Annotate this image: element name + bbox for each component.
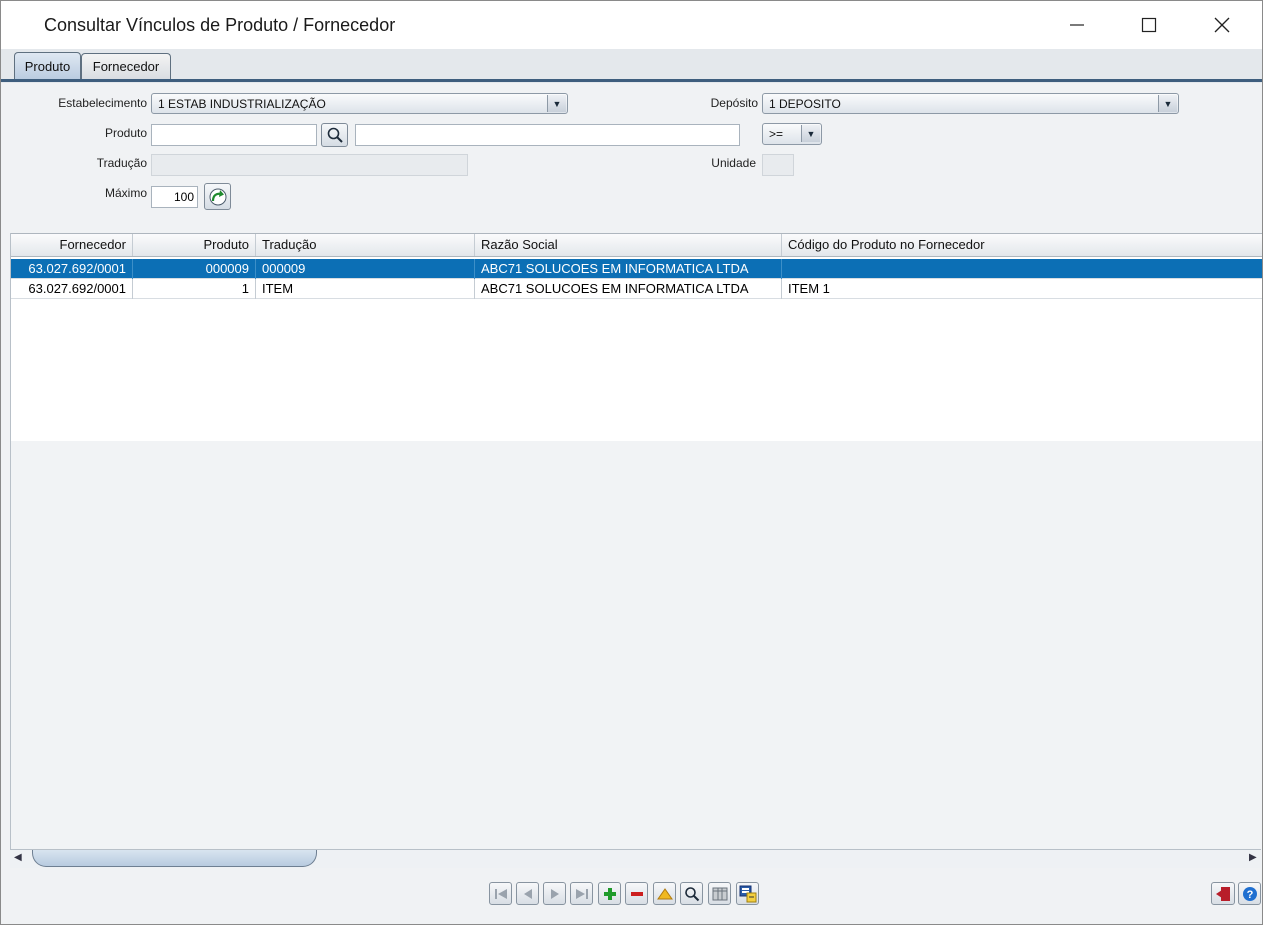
- table-row[interactable]: 63.027.692/0001 000009 000009 ABC71 SOLU…: [11, 259, 1262, 279]
- title-bar: Consultar Vínculos de Produto / Forneced…: [1, 1, 1262, 49]
- column-header-razao-social[interactable]: Razão Social: [475, 234, 782, 256]
- add-record-icon: [603, 887, 616, 900]
- help-icon: ?: [1242, 886, 1257, 901]
- edit-record-button[interactable]: [653, 882, 676, 905]
- search-button[interactable]: [680, 882, 703, 905]
- help-button[interactable]: ?: [1238, 882, 1261, 905]
- chevron-down-icon[interactable]: ▼: [801, 125, 820, 142]
- chevron-down-icon[interactable]: ▼: [547, 95, 566, 112]
- cell-traducao: 000009: [256, 259, 475, 279]
- cell-fornecedor: 63.027.692/0001: [11, 279, 133, 299]
- scrollbar-thumb[interactable]: [32, 850, 317, 867]
- close-icon: [1214, 17, 1230, 33]
- exit-icon: [1216, 886, 1230, 901]
- export-button[interactable]: [736, 882, 759, 905]
- estabelecimento-label: Estabelecimento: [58, 96, 147, 110]
- cell-razao-social: ABC71 SOLUCOES EM INFORMATICA LTDA: [475, 259, 782, 279]
- traducao-label: Tradução: [96, 156, 147, 170]
- estabelecimento-select[interactable]: 1 ESTAB INDUSTRIALIZAÇÃO ▼: [151, 93, 568, 114]
- traducao-field: [151, 154, 468, 176]
- horizontal-scrollbar[interactable]: ◀ ▶: [10, 849, 1261, 868]
- deposito-select[interactable]: 1 DEPOSITO ▼: [762, 93, 1179, 114]
- remove-record-icon: [630, 891, 643, 896]
- tab-divider: [1, 79, 1262, 82]
- operator-select[interactable]: >= ▼: [762, 123, 822, 145]
- next-record-button[interactable]: [543, 882, 566, 905]
- search-icon: [684, 886, 699, 901]
- produto-code-input[interactable]: [151, 124, 317, 146]
- cell-produto: 000009: [133, 259, 256, 279]
- tab-produto[interactable]: Produto: [14, 52, 81, 80]
- column-header-traducao[interactable]: Tradução: [256, 234, 475, 256]
- previous-record-icon: [523, 888, 532, 899]
- minimize-icon: [1070, 24, 1084, 26]
- export-icon: [739, 885, 756, 902]
- results-grid: Fornecedor Produto Tradução Razão Social…: [10, 233, 1262, 849]
- exit-button[interactable]: [1211, 882, 1235, 905]
- cell-produto: 1: [133, 279, 256, 299]
- remove-record-button[interactable]: [625, 882, 648, 905]
- columns-icon: [712, 887, 727, 900]
- cell-razao-social: ABC71 SOLUCOES EM INFORMATICA LTDA: [475, 279, 782, 299]
- window-title: Consultar Vínculos de Produto / Forneced…: [44, 15, 396, 35]
- last-record-button[interactable]: [570, 882, 593, 905]
- scroll-left-icon[interactable]: ◀: [14, 852, 22, 863]
- produto-label: Produto: [104, 126, 147, 140]
- cell-traducao: ITEM: [256, 279, 475, 299]
- app-window: Consultar Vínculos de Produto / Forneced…: [0, 0, 1263, 925]
- produto-search-button[interactable]: [321, 123, 348, 147]
- column-header-fornecedor[interactable]: Fornecedor: [11, 234, 133, 256]
- column-header-codigo-fornecedor[interactable]: Código do Produto no Fornecedor: [782, 234, 1262, 256]
- cell-codigo-fornecedor: ITEM 1: [788, 281, 830, 296]
- unidade-label: Unidade: [711, 156, 756, 170]
- operator-value: >=: [769, 127, 784, 141]
- first-record-icon: [494, 888, 507, 899]
- columns-button[interactable]: [708, 882, 731, 905]
- grid-body: 63.027.692/0001 000009 000009 ABC71 SOLU…: [11, 257, 1262, 441]
- previous-record-button[interactable]: [516, 882, 539, 905]
- table-row[interactable]: 63.027.692/0001 1 ITEM ABC71 SOLUCOES EM…: [11, 279, 1262, 299]
- maximize-button[interactable]: [1113, 1, 1185, 49]
- deposito-value: 1 DEPOSITO: [769, 96, 841, 111]
- tab-strip: [1, 49, 1262, 83]
- produto-description-input[interactable]: [355, 124, 740, 146]
- minimize-button[interactable]: [1041, 1, 1113, 49]
- unidade-field: [762, 154, 794, 176]
- first-record-button[interactable]: [489, 882, 512, 905]
- last-record-icon: [575, 888, 588, 899]
- refresh-icon: [209, 188, 226, 205]
- close-button[interactable]: [1186, 1, 1258, 49]
- cell-codigo-fornecedor: [782, 259, 1262, 279]
- column-header-produto[interactable]: Produto: [133, 234, 256, 256]
- svg-text:?: ?: [1246, 889, 1253, 901]
- grid-header: Fornecedor Produto Tradução Razão Social…: [11, 233, 1262, 257]
- maximize-icon: [1141, 17, 1157, 33]
- edit-record-icon: [656, 887, 673, 899]
- add-record-button[interactable]: [598, 882, 621, 905]
- search-icon: [327, 127, 343, 143]
- deposito-label: Depósito: [710, 96, 758, 110]
- maximo-label: Máximo: [104, 186, 147, 200]
- tab-fornecedor[interactable]: Fornecedor: [81, 53, 171, 79]
- scroll-right-icon[interactable]: ▶: [1249, 852, 1257, 863]
- estabelecimento-value: 1 ESTAB INDUSTRIALIZAÇÃO: [158, 96, 326, 111]
- cell-fornecedor: 63.027.692/0001: [11, 259, 133, 279]
- next-record-icon: [550, 888, 559, 899]
- chevron-down-icon[interactable]: ▼: [1158, 95, 1177, 112]
- maximo-input[interactable]: [151, 186, 198, 208]
- refresh-button[interactable]: [204, 183, 231, 210]
